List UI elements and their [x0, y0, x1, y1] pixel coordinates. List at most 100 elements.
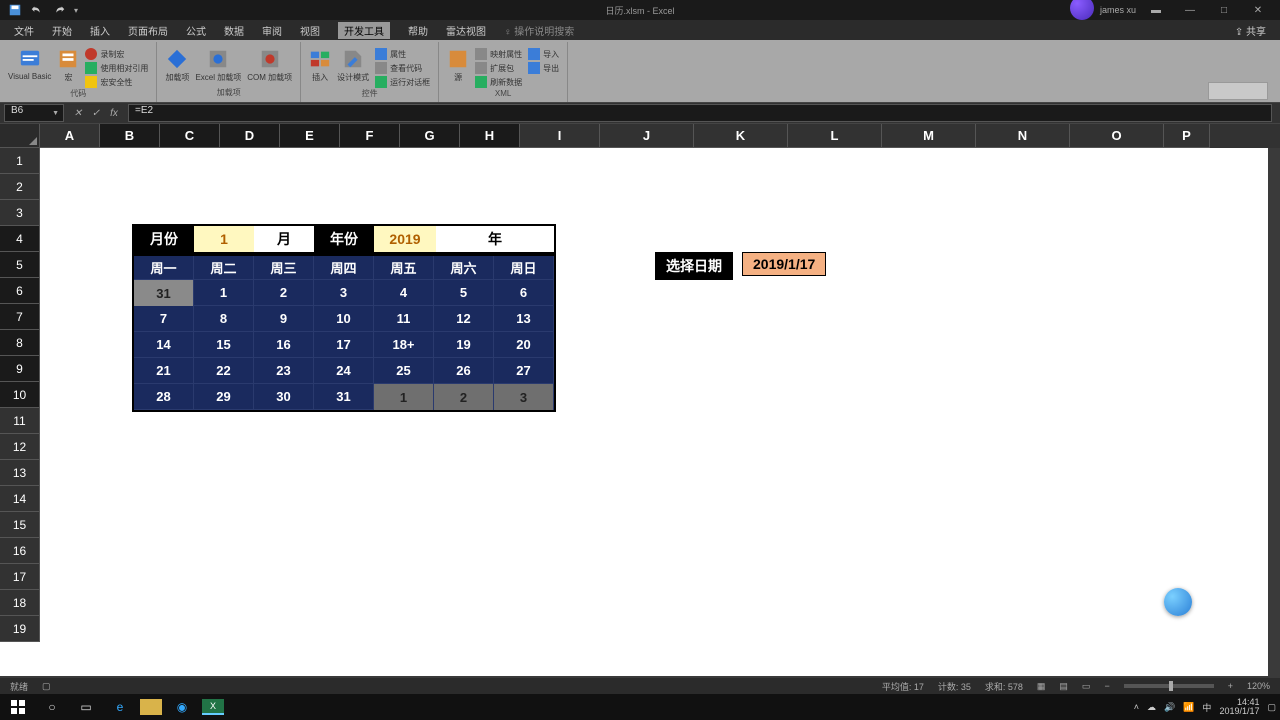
col-header[interactable]: L — [788, 124, 882, 148]
calendar-day[interactable]: 7 — [134, 306, 194, 332]
col-header[interactable]: F — [340, 124, 400, 148]
tab-pagelayout[interactable]: 页面布局 — [128, 23, 168, 38]
col-header[interactable]: D — [220, 124, 280, 148]
calendar-day[interactable]: 21 — [134, 358, 194, 384]
run-dialog-button[interactable]: 运行对话框 — [375, 76, 430, 88]
row-header[interactable]: 2 — [0, 174, 40, 200]
calendar-day[interactable]: 30 — [254, 384, 314, 410]
col-header[interactable]: H — [460, 124, 520, 148]
row-header[interactable]: 10 — [0, 382, 40, 408]
excel-icon[interactable]: X — [202, 699, 224, 715]
start-icon[interactable] — [4, 696, 32, 718]
tab-review[interactable]: 审阅 — [262, 23, 282, 38]
ribbon-options-icon[interactable]: ▬ — [1142, 2, 1170, 18]
visual-basic-button[interactable]: Visual Basic — [8, 48, 51, 81]
row-header[interactable]: 18 — [0, 590, 40, 616]
calendar-day[interactable]: 10 — [314, 306, 374, 332]
col-header[interactable]: J — [600, 124, 694, 148]
ime-icon[interactable]: 中 — [1202, 701, 1211, 714]
calendar-day[interactable]: 13 — [494, 306, 554, 332]
relative-ref-button[interactable]: 使用相对引用 — [85, 62, 148, 74]
calendar-day[interactable]: 17 — [314, 332, 374, 358]
search-icon[interactable]: ○ — [38, 696, 66, 718]
col-header[interactable]: N — [976, 124, 1070, 148]
row-header[interactable]: 6 — [0, 278, 40, 304]
row-header[interactable]: 17 — [0, 564, 40, 590]
row-header[interactable]: 5 — [0, 252, 40, 278]
tab-data[interactable]: 数据 — [224, 23, 244, 38]
name-box[interactable]: B6▼ — [4, 104, 64, 122]
col-header[interactable]: P — [1164, 124, 1210, 148]
zoom-in-icon[interactable]: + — [1228, 681, 1233, 691]
tray-icon[interactable]: 📶 — [1183, 702, 1194, 713]
tab-file[interactable]: 文件 — [14, 23, 34, 38]
view-code-button[interactable]: 查看代码 — [375, 62, 430, 74]
tab-developer[interactable]: 开发工具 — [338, 22, 390, 39]
calendar-day[interactable]: 26 — [434, 358, 494, 384]
expansion-button[interactable]: 扩展包 — [475, 62, 522, 74]
collapse-ribbon-icon[interactable] — [1208, 82, 1268, 100]
year-value[interactable]: 2019 — [374, 226, 436, 252]
taskview-icon[interactable]: ▭ — [72, 696, 100, 718]
formula-input[interactable]: =E2 — [128, 104, 1272, 122]
row-header[interactable]: 1 — [0, 148, 40, 174]
row-header[interactable]: 15 — [0, 512, 40, 538]
col-header[interactable]: E — [280, 124, 340, 148]
calendar-day[interactable]: 18+ — [374, 332, 434, 358]
col-header[interactable]: B — [100, 124, 160, 148]
calendar-day[interactable]: 19 — [434, 332, 494, 358]
calendar-day[interactable]: 11 — [374, 306, 434, 332]
undo-icon[interactable] — [30, 3, 44, 17]
tab-home[interactable]: 开始 — [52, 23, 72, 38]
tray-icon[interactable]: ☁ — [1147, 702, 1156, 713]
row-header[interactable]: 7 — [0, 304, 40, 330]
excel-addins-button[interactable]: Excel 加载项 — [195, 48, 241, 83]
com-addins-button[interactable]: COM 加载项 — [247, 48, 292, 83]
refresh-button[interactable]: 刷新数据 — [475, 76, 522, 88]
vertical-scrollbar[interactable] — [1268, 148, 1280, 690]
calendar-day[interactable]: 31 — [314, 384, 374, 410]
tab-formulas[interactable]: 公式 — [186, 23, 206, 38]
select-all-corner[interactable] — [0, 124, 40, 148]
calendar-day[interactable]: 2 — [254, 280, 314, 306]
col-header[interactable]: I — [520, 124, 600, 148]
minimize-icon[interactable]: — — [1176, 2, 1204, 18]
calendar-day[interactable]: 9 — [254, 306, 314, 332]
insert-control-button[interactable]: 插入 — [309, 48, 331, 83]
calendar-day[interactable]: 4 — [374, 280, 434, 306]
worksheet-grid[interactable]: A B C D E F G H I J K L M N O P 12345678… — [0, 124, 1280, 690]
edge-icon[interactable]: e — [106, 696, 134, 718]
tray-up-icon[interactable]: ˄ — [1134, 702, 1139, 712]
calendar-day[interactable]: 6 — [494, 280, 554, 306]
calendar-day[interactable]: 25 — [374, 358, 434, 384]
row-header[interactable]: 11 — [0, 408, 40, 434]
macros-button[interactable]: 宏 — [57, 48, 79, 83]
zoom-level[interactable]: 120% — [1247, 681, 1270, 691]
calendar-day[interactable]: 8 — [194, 306, 254, 332]
calendar-day[interactable]: 1 — [194, 280, 254, 306]
row-header[interactable]: 19 — [0, 616, 40, 642]
tray-icon[interactable]: 🔊 — [1164, 702, 1175, 713]
addins-button[interactable]: 加载项 — [165, 48, 189, 83]
user-avatar[interactable] — [1070, 0, 1094, 20]
month-value[interactable]: 1 — [194, 226, 254, 252]
maximize-icon[interactable]: □ — [1210, 2, 1238, 18]
close-icon[interactable]: ✕ — [1244, 2, 1272, 18]
macro-security-button[interactable]: 宏安全性 — [85, 76, 148, 88]
col-header[interactable]: A — [40, 124, 100, 148]
calendar-day[interactable]: 20 — [494, 332, 554, 358]
calendar-day[interactable]: 22 — [194, 358, 254, 384]
col-header[interactable]: O — [1070, 124, 1164, 148]
calendar-day[interactable]: 12 — [434, 306, 494, 332]
view-layout-icon[interactable]: ▤ — [1059, 681, 1068, 692]
calendar-day[interactable]: 1 — [374, 384, 434, 410]
calendar-day[interactable]: 3 — [494, 384, 554, 410]
calendar-day[interactable]: 24 — [314, 358, 374, 384]
row-header[interactable]: 9 — [0, 356, 40, 382]
tab-help[interactable]: 帮助 — [408, 23, 428, 38]
tab-tellme[interactable]: ♀ 操作说明搜索 — [504, 23, 574, 38]
floating-assist-icon[interactable] — [1164, 588, 1192, 616]
view-normal-icon[interactable]: ▦ — [1037, 681, 1046, 692]
calendar-day[interactable]: 2 — [434, 384, 494, 410]
row-header[interactable]: 4 — [0, 226, 40, 252]
